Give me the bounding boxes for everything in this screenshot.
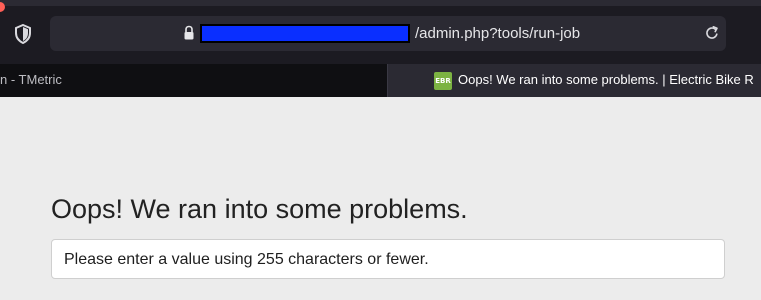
page-content: Oops! We ran into some problems. Please … (0, 97, 761, 300)
tab-favicon: EBR (434, 72, 452, 90)
window-top-strip (0, 0, 761, 6)
error-message: Please enter a value using 255 character… (64, 251, 429, 268)
tab-active[interactable]: EBR Oops! We ran into some problems. | E… (388, 64, 761, 97)
shield-icon[interactable] (14, 24, 32, 44)
tab-strip: n - TMetric EBR Oops! We ran into some p… (0, 64, 761, 97)
redacted-domain (200, 24, 410, 43)
tab-title: n - TMetric (0, 72, 62, 87)
error-message-box: Please enter a value using 255 character… (51, 239, 725, 279)
close-window-button[interactable] (0, 2, 5, 12)
page-title: Oops! We ran into some problems. (51, 194, 468, 224)
lock-icon[interactable] (183, 25, 195, 41)
browser-chrome: /admin.php?tools/run-job n - TMetric EBR… (0, 0, 761, 97)
reload-icon[interactable] (704, 25, 720, 41)
tab-title: Oops! We ran into some problems. | Elect… (458, 72, 754, 87)
address-bar[interactable]: /admin.php?tools/run-job (50, 16, 726, 51)
url-path[interactable]: /admin.php?tools/run-job (415, 24, 580, 44)
tab-tmetric[interactable]: n - TMetric (0, 64, 387, 97)
